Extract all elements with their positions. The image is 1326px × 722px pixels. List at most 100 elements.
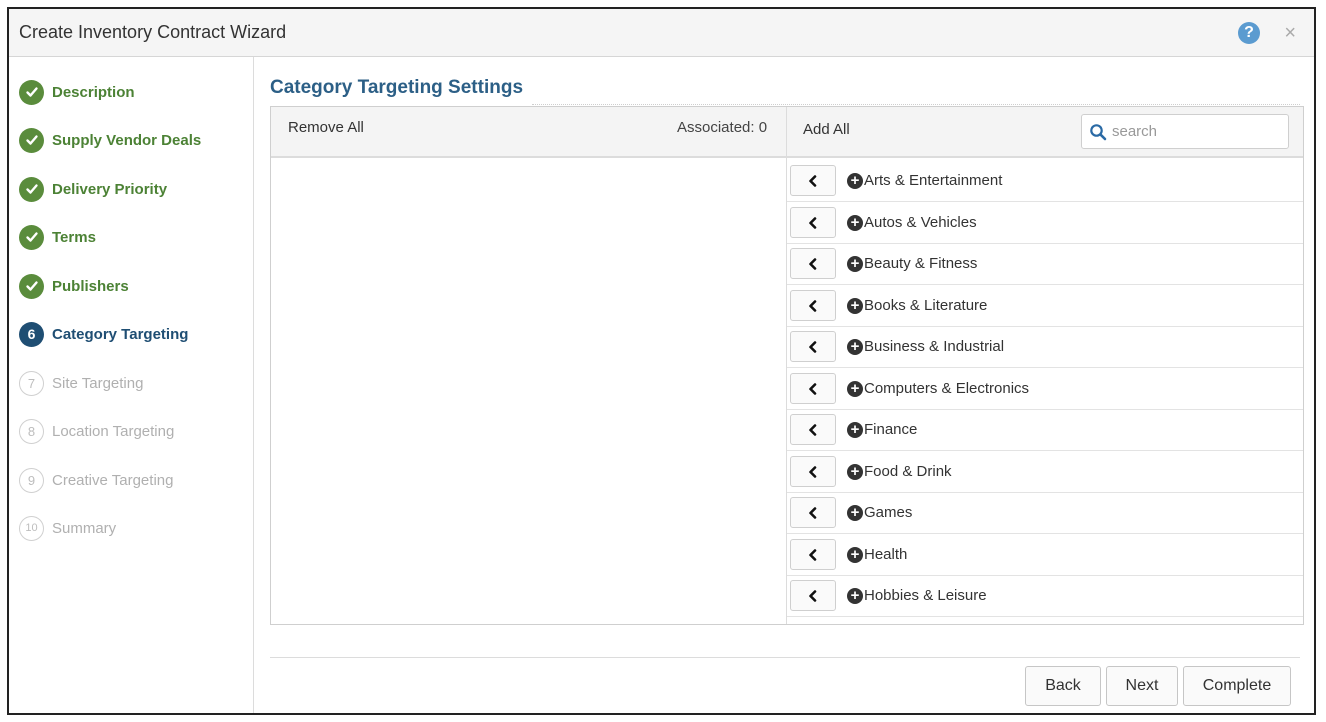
move-left-button[interactable]: [790, 580, 836, 611]
search-input[interactable]: [1112, 123, 1282, 140]
chevron-left-icon: [809, 340, 817, 353]
plus-circle-icon[interactable]: +: [847, 214, 863, 231]
chevron-left-icon: [809, 589, 817, 602]
plus-circle-icon[interactable]: +: [847, 546, 863, 563]
step-site-targeting: 7 Site Targeting: [19, 370, 143, 396]
chevron-left-icon: [809, 548, 817, 561]
footer-divider: [270, 657, 1300, 658]
category-label: Computers & Electronics: [864, 380, 1030, 397]
step-label: Site Targeting: [52, 374, 144, 392]
plus-circle-icon[interactable]: +: [847, 297, 863, 314]
category-label: Arts & Entertainment: [864, 172, 1003, 189]
chevron-left-icon: [809, 382, 817, 395]
step-delivery-priority[interactable]: Delivery Priority: [19, 176, 167, 202]
plus-circle-icon[interactable]: +: [847, 255, 863, 272]
step-label: Category Targeting: [52, 325, 189, 343]
chevron-left-icon: [809, 465, 817, 478]
move-left-button[interactable]: [790, 207, 836, 238]
step-number-badge: 8: [19, 418, 44, 444]
chevron-left-icon: [809, 174, 817, 187]
list-item: + Books & Literature: [787, 285, 1303, 327]
step-label: Delivery Priority: [52, 180, 168, 198]
move-left-button[interactable]: [790, 290, 836, 321]
category-label: Business & Industrial: [864, 338, 1005, 355]
step-label: Terms: [52, 228, 96, 246]
category-label: Food & Drink: [864, 463, 952, 480]
list-item: + Games: [787, 492, 1303, 534]
category-label: Hobbies & Leisure: [864, 587, 987, 604]
chevron-left-icon: [809, 423, 817, 436]
step-publishers[interactable]: Publishers: [19, 273, 129, 299]
category-label: Games: [864, 504, 913, 521]
list-item: + Finance: [787, 409, 1303, 451]
check-circle-icon: [19, 224, 44, 250]
step-label: Publishers: [52, 277, 129, 295]
close-icon[interactable]: ×: [1284, 23, 1296, 43]
main-content: Category Targeting Settings Remove All A…: [254, 57, 1314, 713]
check-circle-icon: [19, 79, 44, 105]
step-label: Supply Vendor Deals: [52, 131, 202, 149]
step-supply-vendor-deals[interactable]: Supply Vendor Deals: [19, 127, 201, 153]
chevron-left-icon: [809, 506, 817, 519]
wizard-steps-sidebar: Description Supply Vendor Deals Delivery…: [9, 57, 254, 713]
category-label: Health: [864, 546, 908, 563]
step-label: Description: [52, 83, 135, 101]
plus-circle-icon[interactable]: +: [847, 587, 863, 604]
check-circle-icon: [19, 176, 44, 202]
move-left-button[interactable]: [790, 497, 836, 528]
step-number-badge: 6: [19, 321, 44, 347]
move-left-button[interactable]: [790, 373, 836, 404]
chevron-left-icon: [809, 299, 817, 312]
move-left-button[interactable]: [790, 414, 836, 445]
search-icon: [1090, 123, 1107, 140]
step-number-badge: 7: [19, 370, 44, 396]
step-location-targeting: 8 Location Targeting: [19, 418, 174, 444]
move-left-button[interactable]: [790, 248, 836, 279]
list-item: + Arts & Entertainment: [787, 160, 1303, 202]
plus-circle-icon[interactable]: +: [847, 421, 863, 438]
complete-button[interactable]: Complete: [1183, 666, 1291, 706]
move-left-button[interactable]: [790, 539, 836, 570]
window-title: Create Inventory Contract Wizard: [19, 22, 287, 42]
move-left-button[interactable]: [790, 165, 836, 196]
step-number-badge: 9: [19, 467, 44, 493]
list-item: + Autos & Vehicles: [787, 202, 1303, 244]
plus-circle-icon[interactable]: +: [847, 504, 863, 521]
help-icon[interactable]: ?: [1238, 22, 1260, 44]
available-categories-list: + Arts & Entertainment + Autos & Vehicle…: [787, 160, 1303, 624]
step-summary: 10 Summary: [19, 515, 116, 541]
move-left-button[interactable]: [790, 331, 836, 362]
category-label: Books & Literature: [864, 297, 988, 314]
list-item: + Beauty & Fitness: [787, 243, 1303, 285]
add-all-button[interactable]: Add All: [803, 121, 850, 138]
move-left-button[interactable]: [790, 456, 836, 487]
step-number-badge: 10: [19, 515, 44, 541]
step-label: Creative Targeting: [52, 471, 174, 489]
step-category-targeting[interactable]: 6 Category Targeting: [19, 321, 188, 347]
chevron-left-icon: [809, 216, 817, 229]
category-dual-list: Remove All Associated: 0 Add All + Arts …: [270, 106, 1304, 625]
associated-count: Associated: 0: [677, 119, 768, 136]
list-item: + Health: [787, 534, 1303, 576]
back-button[interactable]: Back: [1025, 666, 1101, 706]
check-circle-icon: [19, 127, 44, 153]
list-item: + Hobbies & Leisure: [787, 575, 1303, 617]
chevron-left-icon: [809, 257, 817, 270]
wizard-window: Create Inventory Contract Wizard ? × Des…: [7, 7, 1316, 715]
list-item: + Business & Industrial: [787, 326, 1303, 368]
plus-circle-icon[interactable]: +: [847, 380, 863, 397]
remove-all-button[interactable]: Remove All: [288, 119, 364, 136]
step-label: Location Targeting: [52, 422, 175, 440]
title-bar: Create Inventory Contract Wizard ? ×: [9, 9, 1314, 57]
plus-circle-icon[interactable]: +: [847, 172, 863, 189]
plus-circle-icon[interactable]: +: [847, 338, 863, 355]
list-item: + Food & Drink: [787, 451, 1303, 493]
step-creative-targeting: 9 Creative Targeting: [19, 467, 173, 493]
category-label: Finance: [864, 421, 918, 438]
step-label: Summary: [52, 519, 117, 537]
step-description[interactable]: Description: [19, 79, 135, 105]
search-box[interactable]: [1081, 114, 1289, 149]
plus-circle-icon[interactable]: +: [847, 463, 863, 480]
next-button[interactable]: Next: [1106, 666, 1178, 706]
step-terms[interactable]: Terms: [19, 224, 96, 250]
